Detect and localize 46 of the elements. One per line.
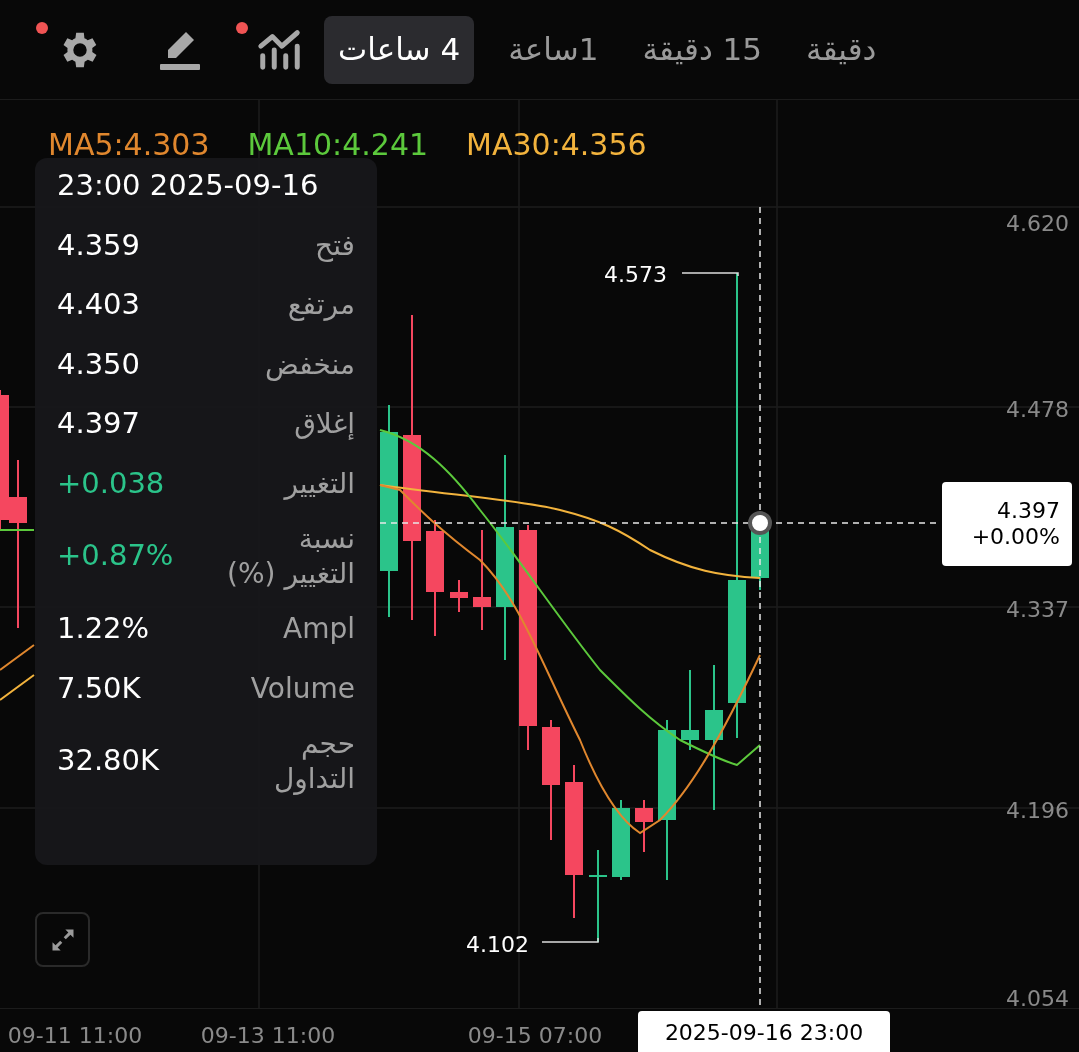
tooltip-value: 4.403 [57,286,141,323]
crosshair-change: +0.00% [971,526,1060,548]
tooltip-value: 1.22% [57,610,150,647]
candlestick [635,799,653,853]
moving-average-label: MA30:4.356 [466,126,647,164]
time-axis-label: 09-15 07:00 [467,1022,603,1050]
leader-line [681,272,739,277]
fullscreen-button[interactable] [35,912,90,967]
tooltip-label: Volume [250,670,355,706]
tooltip-value: 4.359 [57,226,141,264]
tooltip-value: +0.87% [57,537,174,575]
tooltip-label: حجم التداول [272,726,355,796]
tooltip-value: 4.350 [57,345,141,383]
moving-average-label: MA10:4.241 [247,126,429,164]
timeframe-tab[interactable]: 4 ساعات [324,15,475,84]
high-price-label: 4.573 [604,261,667,289]
tooltip-value: +0.038 [57,464,165,502]
tooltip-label: إغلاق [294,406,355,442]
time-axis-label: 09-13 11:00 [200,1022,336,1050]
moving-average-label: MA5:4.303 [48,126,210,164]
tooltip-value: 32.80K [57,742,160,780]
timeframe-tab[interactable]: 1ساعة [498,15,609,84]
tooltip-value: 4.397 [57,405,141,442]
price-axis-label: 4.478 [1006,396,1069,424]
tooltip-label: منخفض [265,346,355,382]
crosshair-dot [748,511,772,535]
crosshair-price: 4.397 [997,500,1060,522]
timeframe-tab[interactable]: 15 دقيقة [632,15,772,84]
tooltip-label: نسبة التغيير (%) [226,521,355,591]
price-axis-label: 4.196 [1006,797,1069,825]
tooltip-label: Ampl [283,611,355,647]
price-axis-label: 4.337 [1006,596,1069,624]
chart-indicator-icon [257,27,303,72]
crosshair-time: 2025-09-16 23:00 [638,1011,890,1052]
candlestick [450,579,468,613]
tooltip-label: التغيير [284,465,355,501]
time-axis-label: 09-11 11:00 [7,1022,143,1050]
price-axis-label: 4.054 [1006,985,1069,1013]
tooltip-date: 23:00 2025-09-16 [57,167,320,204]
price-axis-label: 4.620 [1006,210,1069,238]
tooltip-label: مرتفع [287,287,355,323]
tooltip-label: فتح [315,227,355,263]
timeframe-tab[interactable]: دقيقة [796,15,887,84]
low-price-label: 4.102 [466,931,529,959]
leader-line [541,937,599,943]
tooltip-value: 7.50K [57,669,141,707]
